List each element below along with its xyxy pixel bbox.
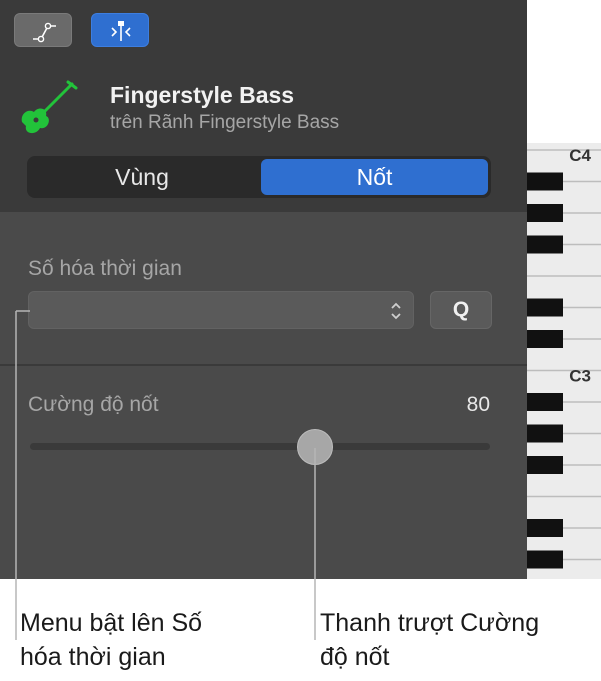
- callout-menu-label: Menu bật lên Số hóa thời gian: [20, 609, 203, 671]
- callout-lines: [15, 310, 316, 640]
- app-screenshot: Fingerstyle Bass trên Rãnh Fingerstyle B…: [0, 0, 601, 681]
- callout-slider-label: Thanh trượt Cường độ nốt: [320, 609, 540, 671]
